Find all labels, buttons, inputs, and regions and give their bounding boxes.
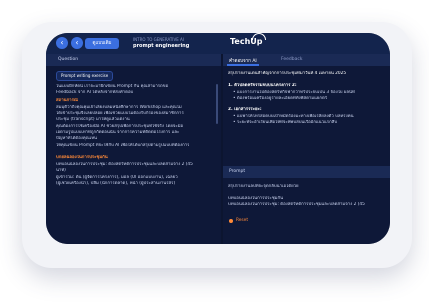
- situation-line: ให้คุณเขียน Prompt ที่จะใช้กับ AI เพื่อใ…: [56, 143, 190, 148]
- reset-icon[interactable]: [229, 219, 233, 223]
- left-scrollbar[interactable]: [216, 84, 218, 124]
- prompt-header-label: Prompt: [229, 169, 246, 174]
- summary-section: 1. ตัวปลดคริจรรมจบบนโครงการ 2:: [228, 83, 297, 88]
- prompt-line[interactable]: สรุปรายงานล็ปที่จะจุดกลับน่าเอโต้ยวย: [228, 184, 299, 190]
- question-header: Question: [46, 54, 221, 66]
- intro-line: Feedback จาก AI ได้หลังจากที่ส่งคำตอบ: [56, 90, 134, 95]
- breadcrumb-lesson: prompt engineering: [133, 43, 190, 49]
- forward-arrow-icon[interactable]: ‹: [71, 37, 83, 49]
- summary-section: 2. เอกสารรระยะ:: [228, 107, 262, 112]
- active-tab-indicator: [227, 64, 259, 66]
- situation-line: ประชุม (transcript) มาให้ดูแล้วแต่งาน: [56, 117, 130, 122]
- exercise-chip: Prompt writing exercise: [56, 71, 114, 81]
- app-screen: ‹ ‹ ดูแบบเดิม INTRO TO GENERATIVE AI pro…: [46, 33, 390, 244]
- answer-panel: คำตอบจาก AI Feedback สรุปรายงานเด็นสำคัญ…: [223, 54, 390, 244]
- summary-title: สรุปรายงานเด็นสำคัญจากการประชุมที่มาวันท…: [228, 71, 347, 76]
- transcript-heading: บกยลฉลองในการประชุมกัน: [56, 155, 108, 160]
- question-panel: Question Prompt writing exercise ในแบบฝึ…: [46, 54, 221, 244]
- back-arrow-icon[interactable]: ‹: [56, 37, 68, 49]
- transcript-line: (ผู้เช่วยเครื่องนำ), ปลื้ม (นักการตลาด),…: [56, 181, 176, 186]
- summary-bullet: • ระยะที่จะอำเรียนเพื่อให้ทีจะพีพบสบนเรื…: [233, 120, 338, 125]
- view-toggle-button[interactable]: ดูแบบเดิม: [85, 38, 119, 49]
- situation-heading: สถานการณ์: [56, 98, 78, 103]
- transcript-line: บทบอนฉลองในการประชุม: ต้องสตรีทต์การประช…: [56, 162, 193, 167]
- breadcrumb-course[interactable]: INTRO TO GENERATIVE AI: [133, 37, 184, 42]
- reset-button[interactable]: Reset: [236, 218, 248, 223]
- top-bar: ‹ ‹ ดูแบบเดิม INTRO TO GENERATIVE AI pro…: [46, 33, 390, 54]
- tab-ai-answer[interactable]: คำตอบจาก AI: [229, 57, 257, 64]
- question-header-label: Question: [58, 57, 79, 62]
- transcript-line: นาที): [56, 168, 66, 173]
- tab-feedback[interactable]: Feedback: [281, 57, 302, 62]
- summary-bullet: • ต้องพร้อมเครื่องอยู่รายละเอียดที่ทั้งพ…: [233, 96, 328, 101]
- logo-arc-icon: [252, 33, 266, 40]
- prompt-header: Prompt: [223, 166, 390, 178]
- answer-tabs: คำตอบจาก AI Feedback: [223, 54, 390, 66]
- prompt-line[interactable]: บทบอนฉลองในการประชุม: ต้องสตรีทต์การประช…: [228, 202, 365, 208]
- situation-line: ปัญหาที่ได้ต้องคุณเห็น: [56, 136, 97, 141]
